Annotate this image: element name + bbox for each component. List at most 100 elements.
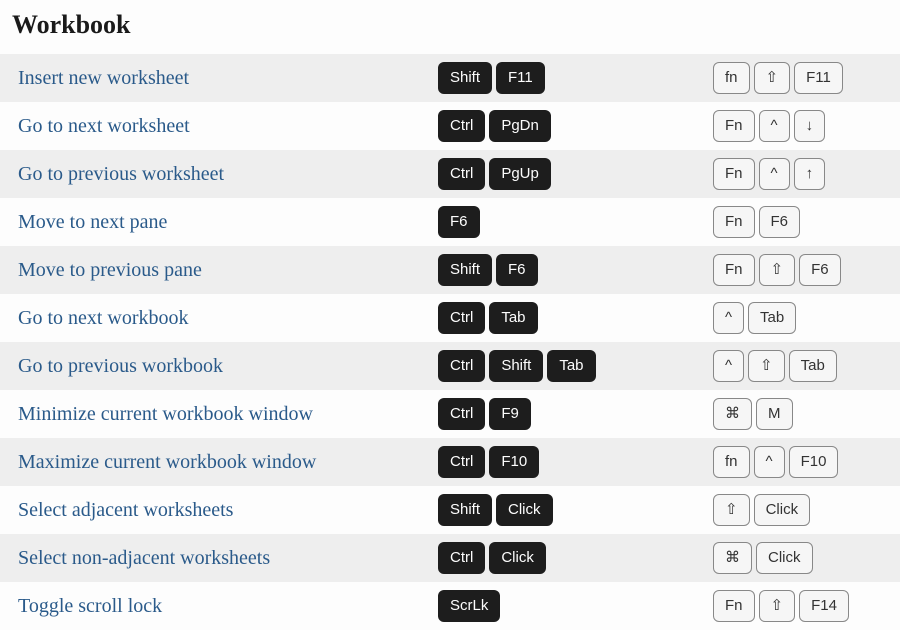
key-mac: F14: [799, 590, 849, 622]
section-heading: Workbook: [0, 0, 900, 54]
keys-windows: ShiftClick: [438, 494, 713, 526]
keys-mac: Fn⇧F14: [713, 590, 890, 622]
shortcut-row: Go to previous workbookCtrlShiftTab^⇧Tab: [0, 342, 900, 390]
keys-windows: CtrlShiftTab: [438, 350, 713, 382]
key-mac: Click: [756, 542, 813, 574]
key-mac: ⇧: [748, 350, 785, 382]
key-win: Shift: [438, 494, 492, 526]
key-win: PgDn: [489, 110, 551, 142]
shortcut-label[interactable]: Move to previous pane: [18, 259, 438, 282]
keys-mac: ⇧Click: [713, 494, 890, 526]
shortcut-label[interactable]: Maximize current workbook window: [18, 451, 438, 474]
key-win: Ctrl: [438, 110, 485, 142]
key-win: F6: [496, 254, 538, 286]
key-win: Ctrl: [438, 398, 485, 430]
keys-windows: F6: [438, 206, 713, 238]
key-mac: Tab: [789, 350, 837, 382]
shortcut-label[interactable]: Go to next workbook: [18, 307, 438, 330]
key-win: Ctrl: [438, 446, 485, 478]
shortcut-row: Move to next paneF6FnF6: [0, 198, 900, 246]
key-win: F6: [438, 206, 480, 238]
key-mac: Click: [754, 494, 811, 526]
shortcut-label[interactable]: Minimize current workbook window: [18, 403, 438, 426]
shortcut-row: Maximize current workbook windowCtrlF10f…: [0, 438, 900, 486]
key-mac: ⌘: [713, 542, 752, 574]
shortcut-label[interactable]: Go to previous worksheet: [18, 163, 438, 186]
keys-mac: ⌘Click: [713, 542, 890, 574]
key-win: F9: [489, 398, 531, 430]
key-mac: ↑: [794, 158, 826, 190]
keys-mac: fn^F10: [713, 446, 890, 478]
shortcut-row: Insert new worksheetShiftF11fn⇧F11: [0, 54, 900, 102]
shortcut-row: Go to next workbookCtrlTab^Tab: [0, 294, 900, 342]
key-mac: ⇧: [759, 590, 796, 622]
key-mac: ^: [759, 110, 790, 142]
key-mac: Fn: [713, 206, 755, 238]
key-mac: ⇧: [759, 254, 796, 286]
keys-mac: FnF6: [713, 206, 890, 238]
shortcut-label[interactable]: Toggle scroll lock: [18, 595, 438, 618]
key-mac: Fn: [713, 590, 755, 622]
key-mac: ^: [713, 350, 744, 382]
shortcut-row: Select adjacent worksheetsShiftClick⇧Cli…: [0, 486, 900, 534]
key-win: F11: [496, 62, 545, 94]
keys-windows: CtrlPgDn: [438, 110, 713, 142]
keys-windows: ShiftF6: [438, 254, 713, 286]
keys-windows: ShiftF11: [438, 62, 713, 94]
shortcut-label[interactable]: Select non-adjacent worksheets: [18, 547, 438, 570]
key-mac: ^: [759, 158, 790, 190]
key-mac: ↓: [794, 110, 826, 142]
key-mac: Fn: [713, 254, 755, 286]
key-win: Ctrl: [438, 302, 485, 334]
key-win: F10: [489, 446, 539, 478]
shortcut-label[interactable]: Insert new worksheet: [18, 67, 438, 90]
shortcut-label[interactable]: Go to next worksheet: [18, 115, 438, 138]
keys-mac: Fn⇧F6: [713, 254, 890, 286]
key-win: Click: [496, 494, 553, 526]
keys-windows: CtrlClick: [438, 542, 713, 574]
keys-windows: ScrLk: [438, 590, 713, 622]
keys-mac: Fn^↑: [713, 158, 890, 190]
key-mac: ^: [754, 446, 785, 478]
shortcut-row: Minimize current workbook windowCtrlF9⌘M: [0, 390, 900, 438]
key-mac: ⌘: [713, 398, 752, 430]
shortcut-label[interactable]: Select adjacent worksheets: [18, 499, 438, 522]
key-win: Click: [489, 542, 546, 574]
key-win: PgUp: [489, 158, 551, 190]
shortcut-row: Go to previous worksheetCtrlPgUp Fn^↑: [0, 150, 900, 198]
key-mac: fn: [713, 446, 750, 478]
keys-mac: ^Tab: [713, 302, 890, 334]
shortcut-row: Toggle scroll lockScrLk Fn⇧F14: [0, 582, 900, 630]
keys-windows: CtrlTab: [438, 302, 713, 334]
key-win: Tab: [547, 350, 595, 382]
key-mac: ⇧: [713, 494, 750, 526]
key-mac: M: [756, 398, 793, 430]
keys-mac: ^⇧Tab: [713, 350, 890, 382]
key-mac: F6: [799, 254, 841, 286]
key-win: Shift: [438, 254, 492, 286]
key-mac: fn: [713, 62, 750, 94]
shortcut-row: Go to next worksheetCtrlPgDnFn^↓: [0, 102, 900, 150]
key-mac: ⇧: [754, 62, 791, 94]
keys-windows: CtrlF10: [438, 446, 713, 478]
keys-mac: fn⇧F11: [713, 62, 890, 94]
key-mac: F11: [794, 62, 843, 94]
key-win: Ctrl: [438, 350, 485, 382]
shortcut-label[interactable]: Move to next pane: [18, 211, 438, 234]
keys-mac: Fn^↓: [713, 110, 890, 142]
key-win: Shift: [489, 350, 543, 382]
shortcut-row: Move to previous paneShiftF6Fn⇧F6: [0, 246, 900, 294]
key-win: ScrLk: [438, 590, 500, 622]
key-mac: F10: [789, 446, 839, 478]
key-win: Tab: [489, 302, 537, 334]
keys-mac: ⌘M: [713, 398, 890, 430]
key-win: Ctrl: [438, 158, 485, 190]
shortcut-label[interactable]: Go to previous workbook: [18, 355, 438, 378]
shortcut-table: Insert new worksheetShiftF11fn⇧F11Go to …: [0, 54, 900, 630]
key-mac: Fn: [713, 110, 755, 142]
key-mac: Fn: [713, 158, 755, 190]
key-mac: Tab: [748, 302, 796, 334]
key-win: Ctrl: [438, 542, 485, 574]
key-mac: F6: [759, 206, 801, 238]
keys-windows: CtrlF9: [438, 398, 713, 430]
